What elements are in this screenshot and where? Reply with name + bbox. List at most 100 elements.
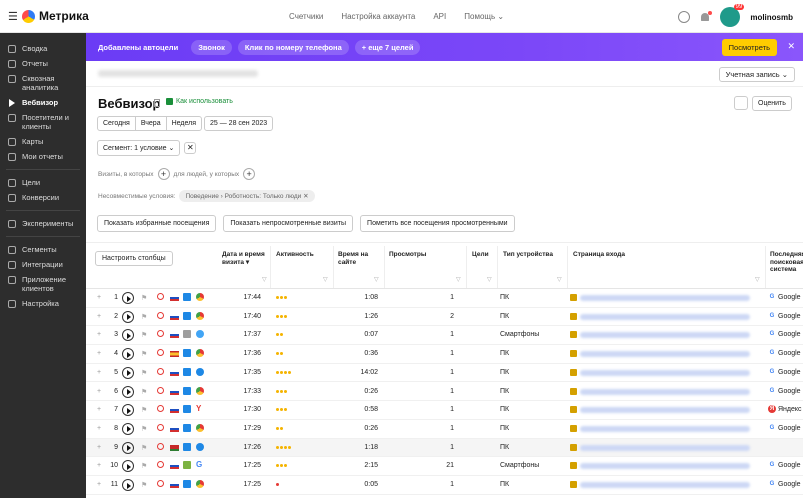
promo-view-button[interactable]: Посмотреть <box>721 39 777 56</box>
filter-icon[interactable]: ▽ <box>456 276 461 283</box>
expand-icon[interactable]: + <box>97 444 101 451</box>
sidebar-item-segments[interactable]: Сегменты <box>0 242 86 257</box>
entry-page-url-redacted[interactable] <box>580 482 750 488</box>
expand-icon[interactable]: + <box>97 350 101 357</box>
search-icon[interactable] <box>157 367 164 375</box>
filter-icon[interactable]: ▽ <box>557 276 562 283</box>
sidebar-item-conversions[interactable]: Конверсии <box>0 190 86 205</box>
col-views[interactable]: Просмотры <box>389 251 426 259</box>
avatar[interactable]: 99 <box>720 4 745 27</box>
entry-page-url-redacted[interactable] <box>580 463 750 470</box>
play-icon[interactable] <box>122 348 134 361</box>
play-icon[interactable] <box>122 366 134 379</box>
table-row[interactable]: +10 ⚑ G 17:25 2:15 21 Смартфоны G Google <box>86 457 803 476</box>
expand-icon[interactable]: + <box>97 481 101 488</box>
table-row[interactable]: +3 ⚑ 17:37 0:07 1 Смартфоны G Google <box>86 326 803 346</box>
flag-icon[interactable]: ⚑ <box>141 331 147 339</box>
clear-segment-icon[interactable]: ✕ <box>184 142 197 154</box>
date-today[interactable]: Сегодня <box>98 117 136 130</box>
nav-help[interactable]: Помощь ⌄ <box>464 12 504 21</box>
search-icon[interactable] <box>157 386 164 394</box>
flag-icon[interactable]: ⚑ <box>141 444 147 452</box>
search-icon[interactable] <box>157 442 164 450</box>
search-icon[interactable] <box>157 461 164 469</box>
play-icon[interactable] <box>122 310 134 323</box>
table-row[interactable]: +5 ⚑ 17:35 14:02 1 ПК G Google <box>86 364 803 383</box>
robot-filter-chip[interactable]: Поведение › Роботность: Только люди ✕ <box>179 190 315 202</box>
show-favorites-button[interactable]: Показать избранные посещения <box>97 215 217 232</box>
col-activity[interactable]: Активность <box>276 251 314 259</box>
flag-icon[interactable]: ⚑ <box>141 462 147 470</box>
search-icon[interactable] <box>157 293 164 300</box>
sidebar-item-integrations[interactable]: Интеграции <box>0 257 86 272</box>
flag-icon[interactable]: ⚑ <box>141 313 147 321</box>
entry-page-url-redacted[interactable] <box>580 369 750 376</box>
flag-icon[interactable]: ⚑ <box>141 294 147 302</box>
play-icon[interactable] <box>122 385 134 398</box>
expand-icon[interactable]: + <box>97 294 101 301</box>
search-icon[interactable] <box>157 330 164 338</box>
bell-icon[interactable] <box>700 11 713 23</box>
expand-icon[interactable]: + <box>97 313 101 320</box>
entry-page-url-redacted[interactable] <box>580 313 750 320</box>
account-select[interactable]: Учетная запись ⌄ <box>718 67 795 82</box>
play-icon[interactable] <box>122 292 134 304</box>
flag-icon[interactable]: ⚑ <box>141 481 147 489</box>
play-icon[interactable] <box>122 404 134 417</box>
table-row[interactable]: +9 ⚑ 17:26 1:18 1 ПК <box>86 438 803 458</box>
date-week[interactable]: Неделя <box>167 117 201 130</box>
col-device[interactable]: Тип устройства <box>503 251 553 259</box>
close-icon[interactable]: ✕ <box>787 41 795 52</box>
rate-button[interactable]: Оценить <box>752 96 792 111</box>
entry-page-url-redacted[interactable] <box>580 295 750 301</box>
col-search-engine[interactable]: Последняя поисковая система <box>770 251 803 274</box>
search-icon[interactable] <box>157 480 164 487</box>
nav-counters[interactable]: Счетчики <box>289 12 323 21</box>
play-icon[interactable] <box>122 441 134 454</box>
search-icon[interactable] <box>157 311 164 319</box>
play-icon[interactable] <box>122 479 134 491</box>
play-icon[interactable] <box>122 329 134 342</box>
add-people-condition-button[interactable]: + <box>243 168 256 180</box>
table-row[interactable]: +6 ⚑ 17:33 0:26 1 ПК G Google <box>86 383 803 402</box>
mark-all-viewed-button[interactable]: Пометить все посещения просмотренными <box>360 215 515 232</box>
filter-icon[interactable]: ▽ <box>323 276 328 283</box>
table-row[interactable]: +1 ⚑ 17:44 1:08 1 ПК G Google <box>86 289 803 308</box>
search-icon[interactable] <box>157 423 164 431</box>
sidebar-item-maps[interactable]: Карты <box>0 134 86 149</box>
sidebar-item-webvisor[interactable]: Вебвизор <box>0 95 86 110</box>
expand-icon[interactable]: + <box>97 388 101 395</box>
col-duration[interactable]: Время на сайте <box>338 251 378 266</box>
date-yesterday[interactable]: Вчера <box>136 117 167 130</box>
table-row[interactable]: +11 ⚑ 17:25 0:05 1 ПК G Google <box>86 476 803 495</box>
username[interactable]: molinosmb <box>750 13 793 22</box>
flag-icon[interactable]: ⚑ <box>141 388 147 396</box>
filter-icon[interactable]: ▽ <box>755 276 760 283</box>
entry-page-url-redacted[interactable] <box>580 388 750 395</box>
sidebar-item-summary[interactable]: Сводка <box>0 41 86 56</box>
flag-icon[interactable]: ⚑ <box>141 350 147 358</box>
entry-page-url-redacted[interactable] <box>580 444 750 451</box>
configure-columns-button[interactable]: Настроить столбцы <box>95 251 173 266</box>
play-icon[interactable] <box>122 422 134 435</box>
expand-icon[interactable]: + <box>97 425 101 432</box>
filter-icon[interactable]: ▽ <box>262 276 267 283</box>
entry-page-url-redacted[interactable] <box>580 351 750 358</box>
entry-page-url-redacted[interactable] <box>580 407 750 414</box>
entry-page-url-redacted[interactable] <box>580 425 750 432</box>
play-icon[interactable] <box>122 460 134 473</box>
date-range-picker[interactable]: 25 — 28 сен 2023 <box>204 116 274 131</box>
flag-icon[interactable]: ⚑ <box>141 425 147 433</box>
entry-page-url-redacted[interactable] <box>580 332 750 339</box>
table-row[interactable]: +2 ⚑ 17:40 1:26 2 ПК G Google <box>86 308 803 327</box>
promo-chip-more-goals[interactable]: + еще 7 целей <box>354 39 421 55</box>
table-row[interactable]: +7 ⚑ Y 17:30 0:58 1 ПК Я Яндекс <box>86 401 803 420</box>
menu-icon[interactable]: ☰ <box>8 10 18 23</box>
expand-icon[interactable]: + <box>97 462 101 469</box>
bookmark-icon[interactable] <box>154 99 160 107</box>
howto-link[interactable]: Как использовать <box>166 98 233 105</box>
search-icon[interactable] <box>157 349 164 357</box>
table-row[interactable]: +8 ⚑ 17:29 0:26 1 ПК G Google <box>86 420 803 439</box>
expand-icon[interactable]: + <box>97 331 101 338</box>
flag-icon[interactable]: ⚑ <box>141 369 147 377</box>
